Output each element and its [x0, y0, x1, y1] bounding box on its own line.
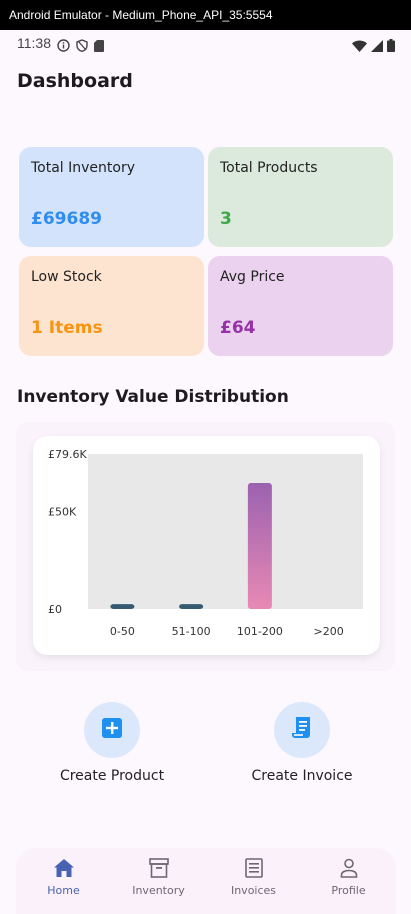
y-tick-label: £0 — [48, 603, 62, 616]
nav-label: Home — [47, 884, 80, 897]
x-tick-label: 51-100 — [172, 625, 211, 638]
stat-value: £64 — [220, 318, 256, 338]
bar-51-100 — [179, 604, 204, 609]
inventory-icon — [111, 856, 206, 880]
status-time: 11:38 — [17, 35, 51, 51]
receipt-icon — [291, 716, 313, 744]
bar-101-200 — [247, 483, 272, 609]
stat-card-avg-price[interactable]: Avg Price £64 — [208, 256, 393, 356]
home-icon — [16, 856, 111, 880]
create-product-label: Create Product — [59, 768, 165, 784]
add-box-icon — [101, 717, 123, 743]
stat-label: Low Stock — [31, 269, 102, 285]
profile-icon — [301, 856, 396, 880]
create-invoice-label: Create Invoice — [251, 768, 353, 784]
stat-value: £69689 — [31, 209, 102, 229]
battery-icon — [387, 37, 395, 56]
x-tick-label: 0-50 — [110, 625, 135, 638]
create-product-button[interactable] — [84, 702, 140, 758]
stat-value: 1 Items — [31, 318, 103, 338]
x-tick-label: 101-200 — [237, 625, 283, 638]
page-title: Dashboard — [17, 70, 133, 92]
stat-card-total-products[interactable]: Total Products 3 — [208, 147, 393, 247]
nav-item-profile[interactable]: Profile — [301, 848, 396, 914]
nav-label: Invoices — [230, 884, 277, 897]
stat-value: 3 — [220, 209, 232, 229]
y-tick-label: £50K — [48, 506, 77, 519]
nav-item-inventory[interactable]: Inventory — [111, 848, 206, 914]
nav-item-invoices[interactable]: Invoices — [206, 848, 301, 914]
wifi-icon — [352, 37, 367, 56]
window-title: Android Emulator - Medium_Phone_API_35:5… — [0, 0, 411, 30]
info-icon — [57, 37, 70, 56]
bar-0-50 — [110, 604, 135, 609]
invoices-icon — [206, 856, 301, 880]
stat-label: Total Inventory — [31, 160, 136, 176]
bar-chart: £0 £50K £79.6K 0-50 51-100 101-200 >200 — [48, 448, 363, 638]
status-bar: 11:38 — [0, 30, 411, 56]
create-invoice-button[interactable] — [274, 702, 330, 758]
stat-card-total-inventory[interactable]: Total Inventory £69689 — [19, 147, 204, 247]
stat-label: Total Products — [220, 160, 318, 176]
signal-icon — [371, 37, 383, 56]
create-invoice-action[interactable]: Create Invoice — [227, 702, 377, 784]
stat-card-low-stock[interactable]: Low Stock 1 Items — [19, 256, 204, 356]
chart-section-title: Inventory Value Distribution — [17, 387, 289, 407]
nav-item-home[interactable]: Home — [16, 848, 111, 914]
create-product-action[interactable]: Create Product — [37, 702, 187, 784]
nav-label: Inventory — [132, 884, 185, 897]
stat-label: Avg Price — [220, 269, 285, 285]
plot-area — [88, 454, 363, 609]
shield-icon — [76, 37, 88, 56]
sd-card-icon — [94, 37, 104, 56]
y-tick-label: £79.6K — [48, 448, 87, 461]
nav-label: Profile — [331, 884, 366, 897]
bottom-navigation: Home Inventory Invoices Profile — [16, 848, 396, 914]
x-tick-label: >200 — [314, 625, 344, 638]
